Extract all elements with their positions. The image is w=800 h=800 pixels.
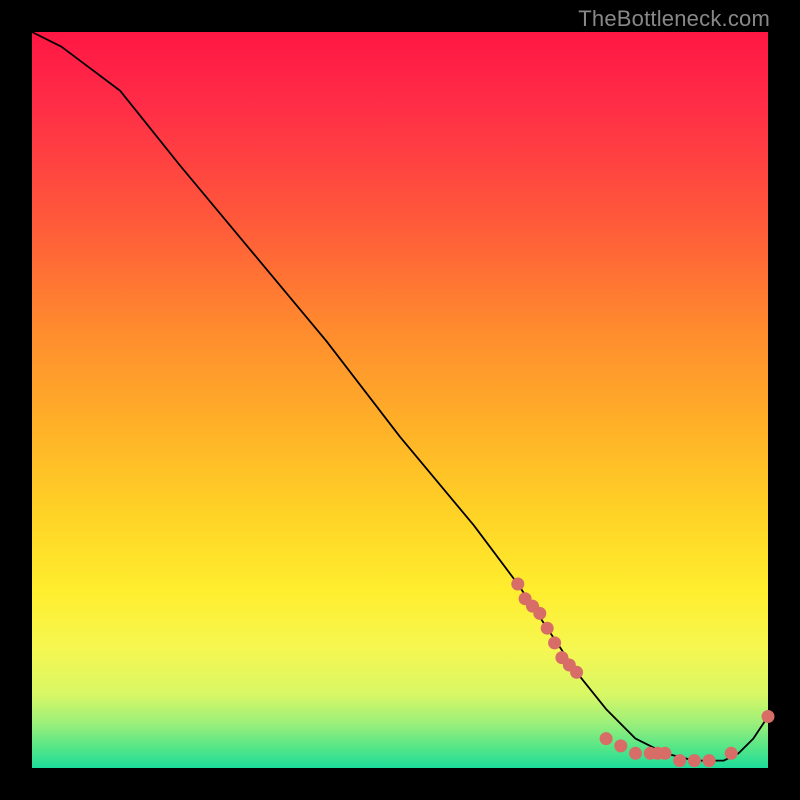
- curve-marker: [688, 754, 701, 767]
- curve-layer: [32, 32, 768, 768]
- chart-stage: TheBottleneck.com: [0, 0, 800, 800]
- curve-marker: [614, 739, 627, 752]
- curve-marker: [548, 636, 561, 649]
- curve-marker: [659, 747, 672, 760]
- curve-marker: [725, 747, 738, 760]
- curve-marker: [600, 732, 613, 745]
- curve-marker: [541, 622, 554, 635]
- curve-marker: [629, 747, 642, 760]
- curve-marker: [703, 754, 716, 767]
- curve-marker: [570, 666, 583, 679]
- bottleneck-curve: [32, 32, 768, 761]
- curve-marker: [762, 710, 775, 723]
- curve-marker: [533, 607, 546, 620]
- watermark-text: TheBottleneck.com: [578, 6, 770, 32]
- curve-marker: [673, 754, 686, 767]
- curve-markers: [511, 578, 774, 768]
- curve-marker: [511, 578, 524, 591]
- plot-area: [32, 32, 768, 768]
